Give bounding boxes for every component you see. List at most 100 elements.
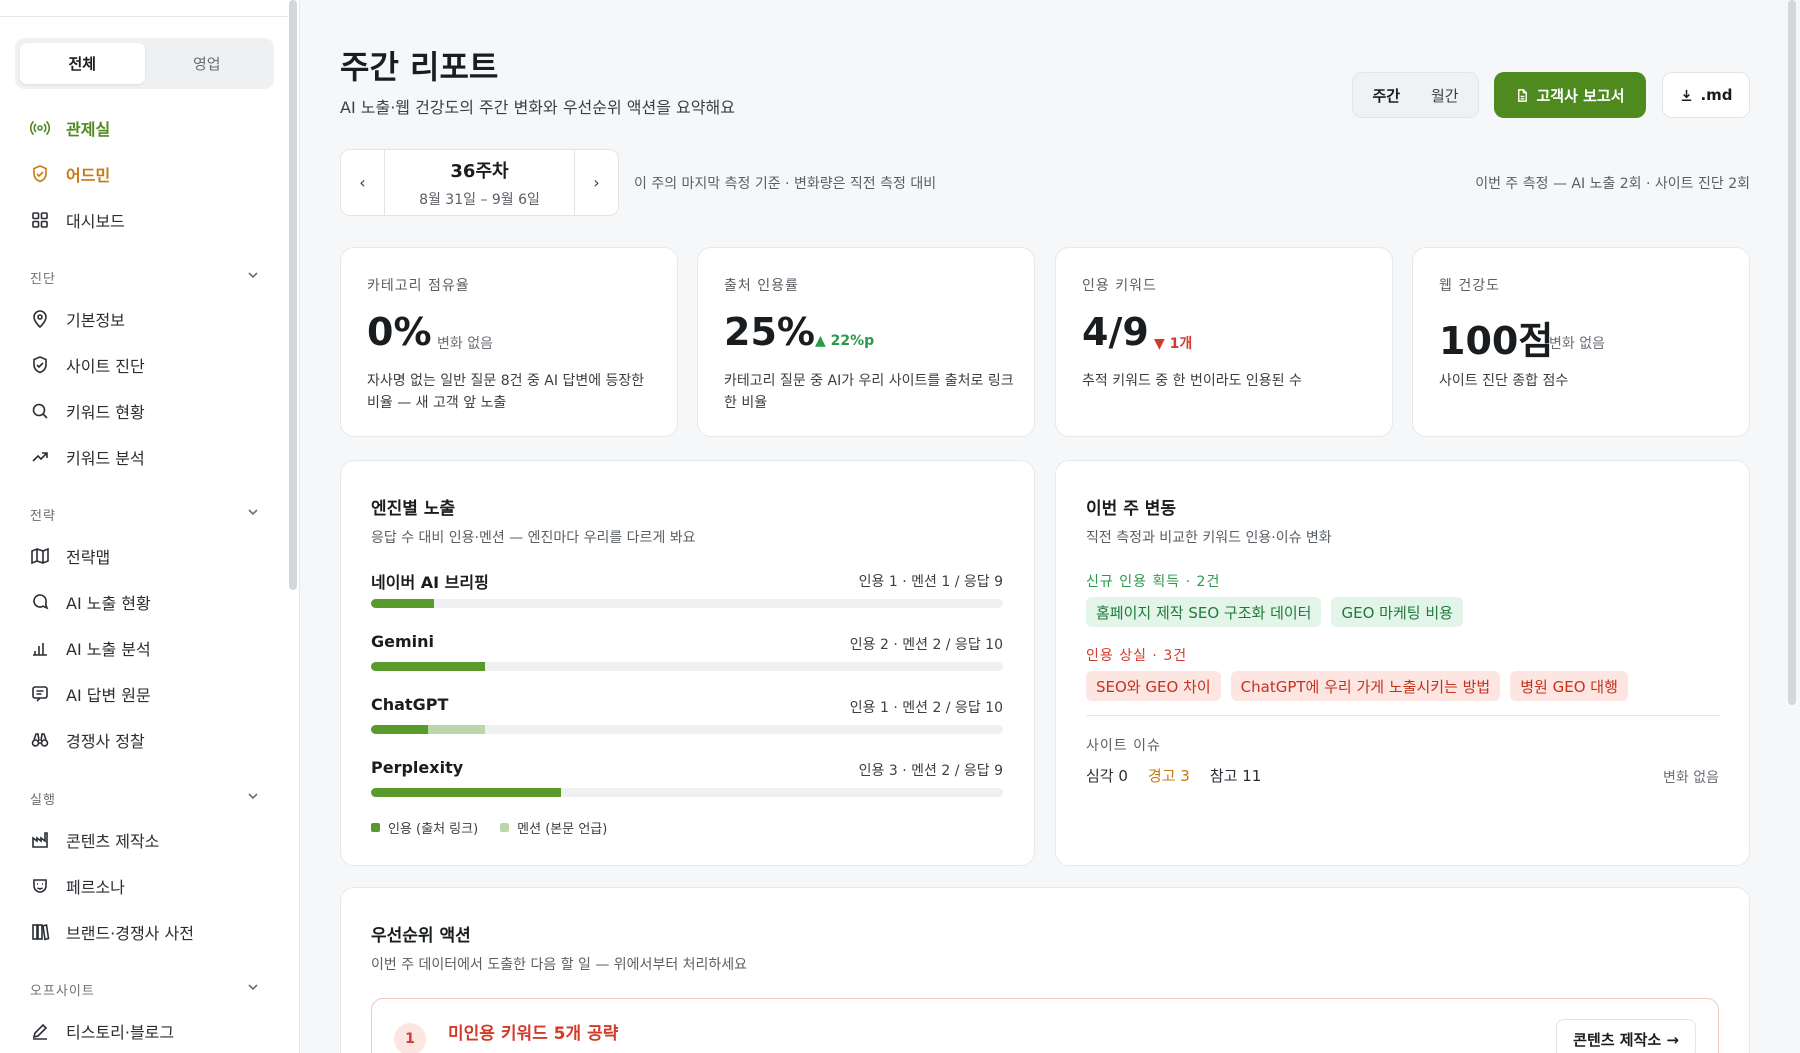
engine-stats: 인용 2 · 멘션 2 / 응답 10 xyxy=(849,637,1003,653)
sidebar-item-ai-answer-raw[interactable]: AI 답변 원문 xyxy=(30,679,151,709)
books-icon xyxy=(30,922,50,942)
sidebar-item-dashboard[interactable]: 대시보드 xyxy=(30,205,125,235)
kpi-label: 인용 키워드 xyxy=(1082,278,1157,294)
sidebar-item-control-room[interactable]: 관제실 xyxy=(30,113,110,143)
kpi-label: 출처 인용률 xyxy=(724,278,799,294)
page-title: 주간 리포트 xyxy=(340,48,499,86)
kpi-delta: 변화 없음 xyxy=(437,336,493,352)
keyword-chip[interactable]: 병원 GEO 대행 xyxy=(1510,671,1628,701)
sidebar-item-persona[interactable]: 페르소나 xyxy=(30,871,125,901)
mention-bar xyxy=(427,725,485,734)
week-measure-count: 이번 주 측정 — AI 노출 2회 · 사이트 진단 2회 xyxy=(1475,176,1750,192)
card-subtitle: 이번 주 데이터에서 도출한 다음 할 일 — 위에서부터 처리하세요 xyxy=(371,957,748,973)
chat-search-icon xyxy=(30,592,50,612)
card-title: 엔진별 노출 xyxy=(371,499,456,519)
gained-keyword-chips: 홈페이지 제작 SEO 구조화 데이터 GEO 마케팅 비용 xyxy=(1086,597,1473,627)
week-display: 36주차 8월 31일 – 9월 6일 xyxy=(384,150,575,215)
map-icon xyxy=(30,546,50,566)
section-title: 오프사이트 xyxy=(30,983,95,999)
sidebar-item-label: 사이트 진단 xyxy=(66,357,145,376)
cite-bar xyxy=(371,725,428,734)
factory-icon xyxy=(30,830,50,850)
keyword-chip[interactable]: 홈페이지 제작 SEO 구조화 데이터 xyxy=(1086,597,1322,627)
sidebar-item-content-studio[interactable]: 콘텐츠 제작소 xyxy=(30,825,159,855)
pen-icon xyxy=(30,1021,50,1041)
keyword-chip[interactable]: ChatGPT에 우리 가게 노출시키는 방법 xyxy=(1230,671,1501,701)
sidebar-item-basic-info[interactable]: 기본정보 xyxy=(30,304,125,334)
sidebar-item-label: 전략맵 xyxy=(66,548,111,567)
issues-change-status: 변화 없음 xyxy=(1663,770,1719,786)
next-week-button[interactable]: › xyxy=(575,150,618,215)
kpi-card-category-share: 카테고리 점유율 0% 변화 없음 자사명 없는 일반 질문 8건 중 AI 답… xyxy=(340,247,678,437)
engine-stats: 인용 1 · 멘션 1 / 응답 9 xyxy=(858,574,1003,590)
sidebar-scrollbar[interactable] xyxy=(289,0,297,590)
download-md-button[interactable]: .md xyxy=(1662,72,1750,118)
sidebar-item-label: 키워드 현황 xyxy=(66,403,145,422)
shield-icon xyxy=(30,164,50,184)
location-pin-icon xyxy=(30,309,50,329)
kpi-description: 카테고리 질문 중 AI가 우리 사이트를 출처로 링크한 비율 xyxy=(724,373,1014,411)
kpi-value: 0% xyxy=(367,310,432,354)
issue-warning-count: 경고 3 xyxy=(1147,767,1190,785)
scope-segmented-control: 전체 영업 xyxy=(15,38,274,89)
week-label: 36주차 xyxy=(450,160,509,182)
client-report-button[interactable]: 고객사 보고서 xyxy=(1494,72,1646,118)
prev-week-button[interactable]: ‹ xyxy=(341,150,384,215)
sidebar-item-brand-dictionary[interactable]: 브랜드·경쟁사 사전 xyxy=(30,917,194,947)
chevron-down-icon xyxy=(246,980,260,998)
sidebar-item-tistory-blog[interactable]: 티스토리·블로그 xyxy=(30,1016,174,1046)
chevron-down-icon xyxy=(246,789,260,807)
sidebar-item-admin[interactable]: 어드민 xyxy=(30,159,110,189)
sidebar-section-execution[interactable]: 실행 xyxy=(30,788,260,808)
sidebar-item-label: 브랜드·경쟁사 사전 xyxy=(66,924,194,943)
card-title: 이번 주 변동 xyxy=(1086,499,1177,519)
sidebar-section-strategy[interactable]: 전략 xyxy=(30,504,260,524)
trend-up-icon xyxy=(30,447,50,467)
sidebar-item-label: 콘텐츠 제작소 xyxy=(66,832,160,851)
grid-icon xyxy=(30,210,50,230)
engine-bar xyxy=(371,599,1003,608)
search-icon xyxy=(30,401,50,421)
sidebar-item-keyword-analysis[interactable]: 키워드 분석 xyxy=(30,442,145,472)
week-note: 이 주의 마지막 측정 기준 · 변화량은 직전 측정 대비 xyxy=(634,176,937,192)
sidebar-item-keyword-status[interactable]: 키워드 현황 xyxy=(30,396,145,426)
scope-sales-tab[interactable]: 영업 xyxy=(145,43,270,84)
weekly-changes-card: 이번 주 변동 직전 측정과 비교한 키워드 인용·이슈 변화 신규 인용 획득… xyxy=(1055,460,1750,866)
broadcast-icon xyxy=(30,118,50,138)
period-monthly-tab[interactable]: 월간 xyxy=(1416,77,1475,113)
download-icon xyxy=(1679,88,1694,103)
sidebar-item-competitor-recon[interactable]: 경쟁사 정찰 xyxy=(30,725,145,755)
keyword-chip[interactable]: SEO와 GEO 차이 xyxy=(1086,671,1221,701)
kpi-value: 4/9 xyxy=(1082,310,1149,354)
sidebar-item-label: 관제실 xyxy=(66,120,111,139)
document-icon xyxy=(1515,88,1530,103)
binoculars-icon xyxy=(30,730,50,750)
kpi-description: 사이트 진단 종합 점수 xyxy=(1439,373,1569,389)
period-toggle: 주간 월간 xyxy=(1352,72,1479,118)
chevron-down-icon xyxy=(246,505,260,523)
sidebar-item-site-diagnosis[interactable]: 사이트 진단 xyxy=(30,350,145,380)
engine-bar xyxy=(371,662,1003,671)
sidebar-section-diagnosis[interactable]: 진단 xyxy=(30,267,260,287)
main-scrollbar[interactable] xyxy=(1788,0,1796,705)
page-subtitle: AI 노출·웹 건강도의 주간 변화와 우선순위 액션을 요약해요 xyxy=(340,98,735,117)
sidebar-section-offsite[interactable]: 오프사이트 xyxy=(30,979,260,999)
keyword-chip[interactable]: GEO 마케팅 비용 xyxy=(1331,597,1463,627)
gained-citations-heading: 신규 인용 획득 · 2건 xyxy=(1086,574,1221,590)
sidebar-item-strategy-map[interactable]: 전략맵 xyxy=(30,541,110,571)
go-content-studio-button[interactable]: 콘텐츠 제작소 → xyxy=(1556,1019,1696,1053)
scope-all-tab[interactable]: 전체 xyxy=(20,43,145,84)
lost-keyword-chips: SEO와 GEO 차이 ChatGPT에 우리 가게 노출시키는 방법 병원 G… xyxy=(1086,671,1638,701)
week-navigator: ‹ 36주차 8월 31일 – 9월 6일 › xyxy=(340,149,619,216)
engine-bar xyxy=(371,788,1003,797)
kpi-value: 25% xyxy=(724,310,815,354)
sidebar-item-ai-exposure-status[interactable]: AI 노출 현황 xyxy=(30,587,151,617)
legend-mention: 멘션 (본문 언급) xyxy=(500,818,607,837)
sidebar-item-ai-exposure-analysis[interactable]: AI 노출 분석 xyxy=(30,633,151,663)
issue-critical-count: 심각 0 xyxy=(1086,767,1128,785)
lost-citations-heading: 인용 상실 · 3건 xyxy=(1086,648,1188,664)
engine-bar xyxy=(371,725,1003,734)
sidebar-item-label: 대시보드 xyxy=(66,212,125,231)
period-weekly-tab[interactable]: 주간 xyxy=(1357,77,1416,113)
kpi-label: 웹 건강도 xyxy=(1439,278,1500,294)
